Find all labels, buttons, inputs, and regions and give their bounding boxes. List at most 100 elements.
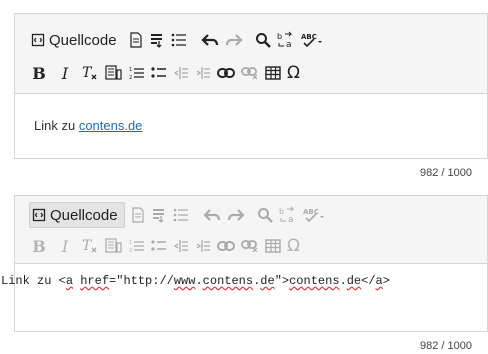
- toolbar-row-2: B I T 12 Ω: [29, 234, 306, 258]
- redo-icon: [227, 208, 245, 222]
- source-text-segment: href: [80, 274, 110, 288]
- numbered-list-button[interactable]: 12: [129, 61, 145, 85]
- editor-source-mode: Quellcode b a ABC B I T 1 2 Ω: [14, 195, 488, 332]
- bold-icon: B: [32, 236, 46, 256]
- bullet-list-icon: [171, 33, 187, 47]
- replace-button[interactable]: ba: [279, 203, 297, 227]
- bulleted-list-icon: [151, 239, 167, 253]
- numbered-list-button[interactable]: 12: [129, 234, 145, 258]
- bullet-list-button[interactable]: [173, 203, 189, 227]
- spellcheck-icon: ABC: [301, 32, 323, 48]
- special-char-button[interactable]: Ω: [287, 234, 300, 258]
- editor-toolbar: Quellcode b a ABC B I T 1 2 Ω: [15, 14, 487, 94]
- source-text-segment: contens: [202, 274, 254, 288]
- italic-button[interactable]: I: [55, 234, 75, 258]
- bold-button[interactable]: B: [29, 61, 49, 85]
- indent-icon: [195, 66, 211, 80]
- content-link[interactable]: contens.de: [79, 118, 143, 133]
- undo-button[interactable]: [202, 203, 221, 227]
- source-code-textarea[interactable]: Link zu <a href="http://www.contens.de">…: [1, 274, 390, 288]
- document-button[interactable]: [131, 203, 145, 227]
- indent-icon: [195, 239, 211, 253]
- source-text-segment: ">: [274, 274, 290, 288]
- link-icon: [217, 240, 235, 252]
- source-text-segment: de: [346, 274, 362, 288]
- table-icon: [265, 239, 281, 253]
- indent-button[interactable]: [195, 61, 211, 85]
- outdent-icon: [173, 239, 189, 253]
- search-button[interactable]: [257, 203, 273, 227]
- paste-text-button[interactable]: [105, 234, 123, 258]
- numbered-list-icon: 12: [129, 66, 145, 80]
- editor-content[interactable]: Link zu contens.de: [34, 118, 142, 133]
- source-text-segment: .: [195, 274, 203, 288]
- svg-text:2: 2: [129, 75, 132, 80]
- svg-text:a: a: [286, 40, 292, 49]
- remove-format-button[interactable]: T: [81, 234, 99, 258]
- source-button[interactable]: Quellcode: [29, 202, 125, 228]
- spellcheck-icon: ABC: [303, 207, 325, 223]
- svg-text:ABC: ABC: [303, 208, 319, 216]
- source-button[interactable]: Quellcode: [29, 28, 123, 52]
- bulleted-list-icon: [151, 66, 167, 80]
- spellcheck-button[interactable]: ABC: [301, 28, 323, 52]
- search-button[interactable]: [255, 28, 271, 52]
- replace-button[interactable]: ba: [277, 28, 295, 52]
- editor-wysiwyg: Quellcode b a ABC B I T 1 2 Ω Link zu co…: [14, 13, 488, 159]
- source-button-label: Quellcode: [49, 31, 117, 49]
- source-text-segment: </: [361, 274, 376, 288]
- source-text-segment: .: [339, 274, 347, 288]
- spellcheck-button[interactable]: ABC: [303, 203, 325, 227]
- bullet-list-icon: [173, 208, 189, 222]
- undo-button[interactable]: [200, 28, 219, 52]
- special-char-icon: Ω: [287, 62, 300, 83]
- bold-button[interactable]: B: [29, 234, 49, 258]
- bulleted-list-button[interactable]: [151, 234, 167, 258]
- document-icon: [129, 32, 143, 48]
- table-button[interactable]: [265, 61, 281, 85]
- link-button[interactable]: [217, 61, 235, 85]
- bulleted-list-button[interactable]: [151, 61, 167, 85]
- redo-button[interactable]: [225, 28, 243, 52]
- indent-button[interactable]: [195, 234, 211, 258]
- remove-format-button[interactable]: T: [81, 61, 99, 85]
- toolbar-row-2: B I T 12 Ω: [29, 61, 306, 85]
- content-text: Link zu: [34, 118, 79, 133]
- document-icon: [131, 207, 145, 223]
- undo-icon: [200, 33, 219, 47]
- unlink-button[interactable]: [241, 61, 259, 85]
- document-button[interactable]: [129, 28, 143, 52]
- link-icon: [217, 67, 235, 79]
- unlink-button[interactable]: [241, 234, 259, 258]
- outdent-button[interactable]: [173, 234, 189, 258]
- search-icon: [255, 32, 271, 48]
- bold-icon: B: [32, 63, 46, 83]
- table-button[interactable]: [265, 234, 281, 258]
- redo-button[interactable]: [227, 203, 245, 227]
- svg-text:1: 1: [129, 67, 132, 73]
- paste-text-button[interactable]: [105, 61, 123, 85]
- source-text-segment: >: [382, 274, 390, 288]
- source-icon: [31, 33, 45, 47]
- source-text-segment: a: [375, 274, 383, 288]
- special-char-button[interactable]: Ω: [287, 61, 300, 85]
- remove-format-icon: T: [81, 65, 99, 81]
- link-button[interactable]: [217, 234, 235, 258]
- source-text-segment: www: [173, 274, 196, 288]
- italic-icon: I: [61, 236, 69, 256]
- paste-button[interactable]: [149, 28, 165, 52]
- remove-format-icon: T: [81, 238, 99, 254]
- svg-text:b: b: [279, 207, 284, 216]
- svg-text:ABC: ABC: [301, 33, 317, 41]
- italic-button[interactable]: I: [55, 61, 75, 85]
- search-icon: [257, 207, 273, 223]
- bullet-list-button[interactable]: [171, 28, 187, 52]
- undo-icon: [202, 208, 221, 222]
- outdent-button[interactable]: [173, 61, 189, 85]
- character-counter: 982 / 1000: [420, 167, 472, 179]
- paste-button[interactable]: [151, 203, 167, 227]
- source-text-segment: http://: [123, 274, 174, 288]
- svg-text:b: b: [277, 32, 282, 41]
- paste-text-icon: [105, 238, 123, 254]
- toolbar-row-1: Quellcode b a ABC: [29, 28, 329, 52]
